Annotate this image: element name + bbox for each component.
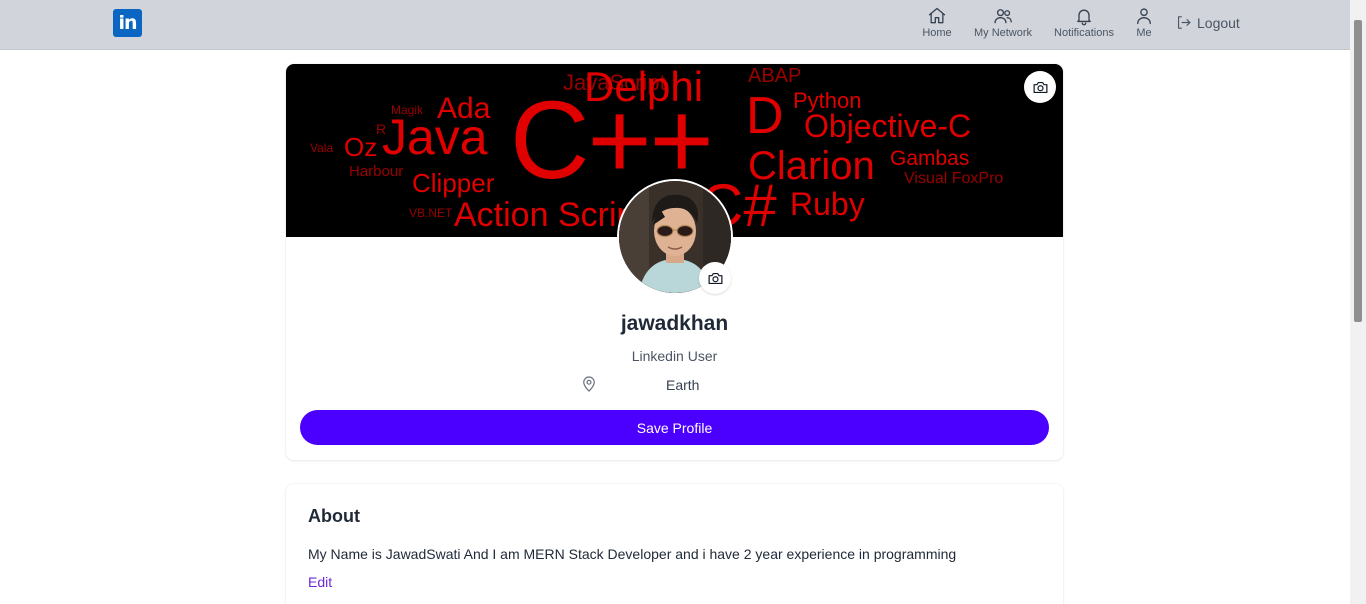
page-scrollbar[interactable] [1350, 0, 1366, 604]
nav-me-label: Me [1136, 27, 1152, 39]
banner-word: D [746, 87, 784, 145]
banner-word: VB.NET [409, 206, 453, 220]
user-icon [1137, 8, 1151, 25]
profile-name: jawadkhan [620, 312, 729, 335]
profile-location: Earth [666, 377, 700, 393]
profile-headline: Linkedin User [631, 348, 718, 364]
banner-word: Oz [344, 132, 378, 162]
save-profile-button[interactable]: Save Profile [300, 410, 1049, 445]
logout-icon [1177, 16, 1191, 29]
banner-word: Ruby [790, 186, 865, 222]
home-icon [928, 7, 946, 24]
nav-notifications-label: Notifications [1054, 27, 1114, 39]
profile-card: JavaScript Delphi ABAP Magik Ada Python … [286, 64, 1063, 460]
banner-word: Gambas [890, 147, 970, 170]
logout-label: Logout [1197, 14, 1240, 31]
nav-my-network-label: My Network [973, 27, 1033, 39]
camera-icon [708, 272, 722, 284]
edit-banner-button[interactable] [1024, 71, 1056, 103]
network-icon [994, 9, 1012, 24]
banner-word: Action Script [454, 196, 645, 234]
camera-icon [1033, 81, 1047, 93]
banner-word: Java [382, 109, 488, 165]
top-navbar: in Home My Network Notifications Me Logo… [0, 0, 1350, 50]
about-title: About [308, 506, 360, 526]
edit-about-link[interactable]: Edit [308, 574, 332, 590]
nav-home[interactable]: Home [922, 6, 952, 39]
nav-my-network[interactable]: My Network [972, 6, 1034, 39]
nav-notifications[interactable]: Notifications [1052, 6, 1116, 39]
edit-avatar-button[interactable] [699, 262, 731, 294]
nav-home-label: Home [922, 27, 952, 39]
logout-button[interactable]: Logout [1175, 14, 1240, 31]
banner-word: Visual FoxPro [904, 170, 1004, 187]
bell-icon [1077, 9, 1091, 26]
about-text: My Name is JawadSwati And I am MERN Stac… [308, 546, 957, 562]
banner-word: Vala [310, 141, 334, 155]
linkedin-logo[interactable]: in [113, 9, 142, 37]
location-pin-icon [583, 376, 595, 392]
banner-word: Harbour [349, 163, 404, 180]
scrollbar-thumb[interactable] [1354, 20, 1362, 322]
banner-word: Objective-C [804, 108, 972, 144]
about-card: About My Name is JawadSwati And I am MER… [286, 484, 1063, 604]
banner-word: Clipper [412, 168, 495, 198]
nav-me[interactable]: Me [1134, 6, 1154, 39]
banner-word: ABAP [748, 65, 802, 87]
